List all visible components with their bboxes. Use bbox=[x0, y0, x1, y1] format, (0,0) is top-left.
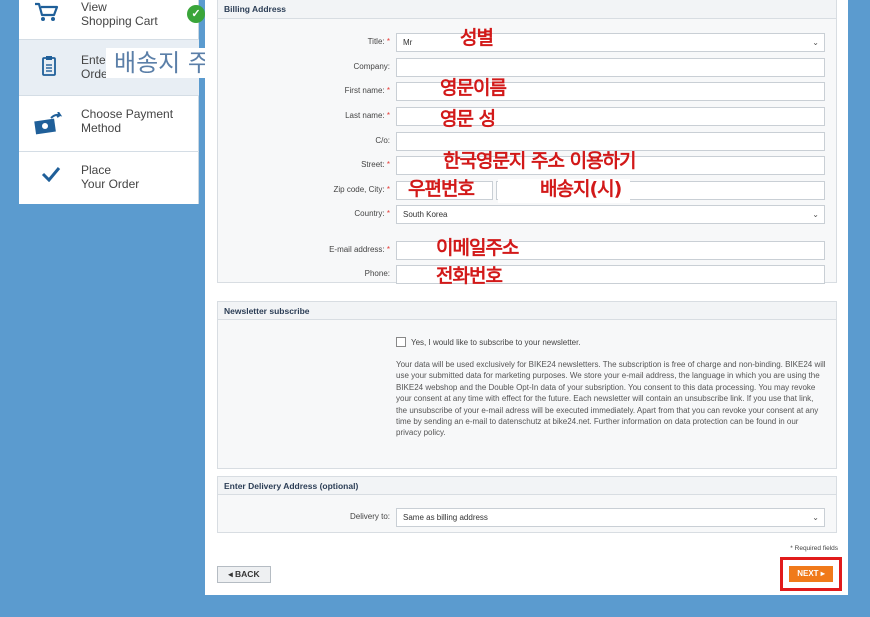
annotation-zip: 우편번호 bbox=[408, 178, 475, 200]
company-input[interactable] bbox=[396, 58, 825, 77]
step-view-cart[interactable]: View Shopping Cart ✓ bbox=[19, 0, 205, 40]
chevron-down-icon: ⌄ bbox=[812, 210, 819, 219]
title-label: Title: bbox=[367, 37, 385, 46]
co-input[interactable] bbox=[396, 132, 825, 151]
last-name-label: Last name: bbox=[345, 111, 385, 120]
delivery-row: Delivery to: Same as billing address ⌄ bbox=[218, 508, 836, 528]
checkout-form: Billing Address Title: * Mr ⌄ Company: F… bbox=[205, 0, 848, 595]
completed-check-icon: ✓ bbox=[187, 5, 205, 23]
step-label: Choose Payment Method bbox=[81, 107, 174, 135]
phone-row: Phone: bbox=[218, 265, 836, 285]
chevron-down-icon: ⌄ bbox=[812, 513, 819, 522]
first-name-row: First name: * bbox=[218, 82, 836, 102]
panel-heading: Newsletter subscribe bbox=[218, 302, 836, 320]
annotation-street: 한국영문지 주소 이용하기 bbox=[443, 150, 637, 172]
step-label: View Shopping Cart bbox=[81, 0, 158, 28]
billing-address-panel: Billing Address Title: * Mr ⌄ Company: F… bbox=[217, 0, 837, 287]
required-fields-note: * Required fields bbox=[790, 545, 838, 552]
next-button[interactable]: NEXT ▸ bbox=[789, 566, 833, 582]
co-row: C/o: bbox=[218, 132, 836, 152]
step-place-order[interactable]: Place Your Order bbox=[19, 152, 199, 204]
chevron-down-icon: ⌄ bbox=[812, 38, 819, 47]
payment-icon bbox=[33, 111, 63, 138]
newsletter-description: Your data will be used exclusively for B… bbox=[396, 360, 826, 438]
checkout-steps: View Shopping Cart ✓ Enter Order Choose … bbox=[19, 0, 205, 204]
delivery-select[interactable]: Same as billing address ⌄ bbox=[396, 508, 825, 527]
delivery-address-panel: Enter Delivery Address (optional) Delive… bbox=[217, 476, 837, 533]
company-label: Company: bbox=[353, 62, 390, 71]
first-name-label: First name: bbox=[344, 86, 385, 95]
company-row: Company: bbox=[218, 58, 836, 78]
clipboard-icon bbox=[41, 55, 57, 79]
annotation-city: 배송지(시) bbox=[540, 178, 622, 200]
co-label: C/o: bbox=[375, 136, 390, 145]
annotation-first-name: 영문이름 bbox=[440, 77, 507, 99]
email-label: E-mail address: bbox=[329, 245, 385, 254]
back-button[interactable]: ◂ BACK bbox=[217, 566, 271, 583]
zip-city-label: Zip code, City: bbox=[333, 185, 385, 194]
panel-heading: Billing Address bbox=[218, 0, 836, 19]
checkbox-box[interactable] bbox=[396, 337, 406, 347]
country-row: Country: * South Korea ⌄ bbox=[218, 205, 836, 225]
step-choose-payment[interactable]: Choose Payment Method bbox=[19, 96, 199, 152]
last-name-row: Last name: * bbox=[218, 107, 836, 127]
street-label: Street: bbox=[361, 160, 385, 169]
newsletter-panel: Newsletter subscribe Yes, I would like t… bbox=[217, 301, 837, 469]
cart-icon bbox=[33, 2, 59, 24]
next-button-highlight: NEXT ▸ bbox=[780, 557, 842, 591]
email-row: E-mail address: * bbox=[218, 241, 836, 261]
checkmark-icon bbox=[41, 166, 61, 184]
panel-heading: Enter Delivery Address (optional) bbox=[218, 477, 836, 495]
delivery-label: Delivery to: bbox=[349, 512, 390, 521]
annotation-title: 성별 bbox=[460, 27, 494, 49]
country-select[interactable]: South Korea ⌄ bbox=[396, 205, 825, 224]
annotation-last-name: 영문 성 bbox=[440, 108, 496, 130]
country-label: Country: bbox=[354, 209, 385, 218]
annotation-email: 이메일주소 bbox=[436, 237, 519, 259]
annotation-phone: 전화번호 bbox=[436, 265, 503, 287]
phone-label: Phone: bbox=[364, 269, 390, 278]
newsletter-checkbox[interactable]: Yes, I would like to subscribe to your n… bbox=[396, 337, 581, 347]
title-row: Title: * Mr ⌄ bbox=[218, 33, 836, 53]
step-label: Place Your Order bbox=[81, 163, 140, 191]
